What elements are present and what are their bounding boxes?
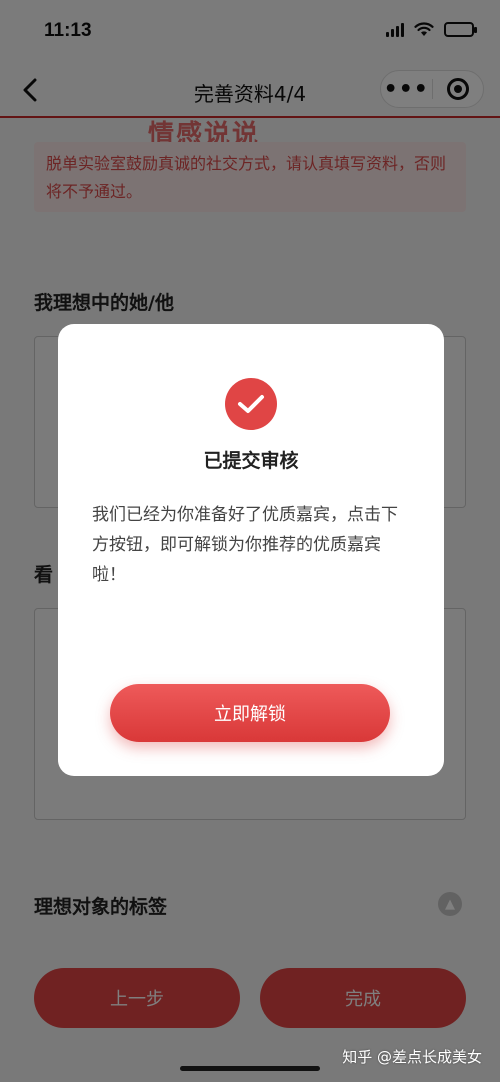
unlock-button[interactable]: 立即解锁 — [110, 684, 390, 742]
review-submitted-modal: 已提交审核 我们已经为你准备好了优质嘉宾，点击下方按钮，即可解锁为你推荐的优质嘉… — [58, 324, 444, 776]
modal-title: 已提交审核 — [203, 450, 299, 472]
check-icon — [225, 378, 277, 430]
modal-body-text: 我们已经为你准备好了优质嘉宾，点击下方按钮，即可解锁为你推荐的优质嘉宾啦！ — [92, 505, 398, 585]
home-indicator — [180, 1066, 320, 1071]
watermark-credit: 知乎 @差点长成美女 — [342, 1048, 482, 1066]
